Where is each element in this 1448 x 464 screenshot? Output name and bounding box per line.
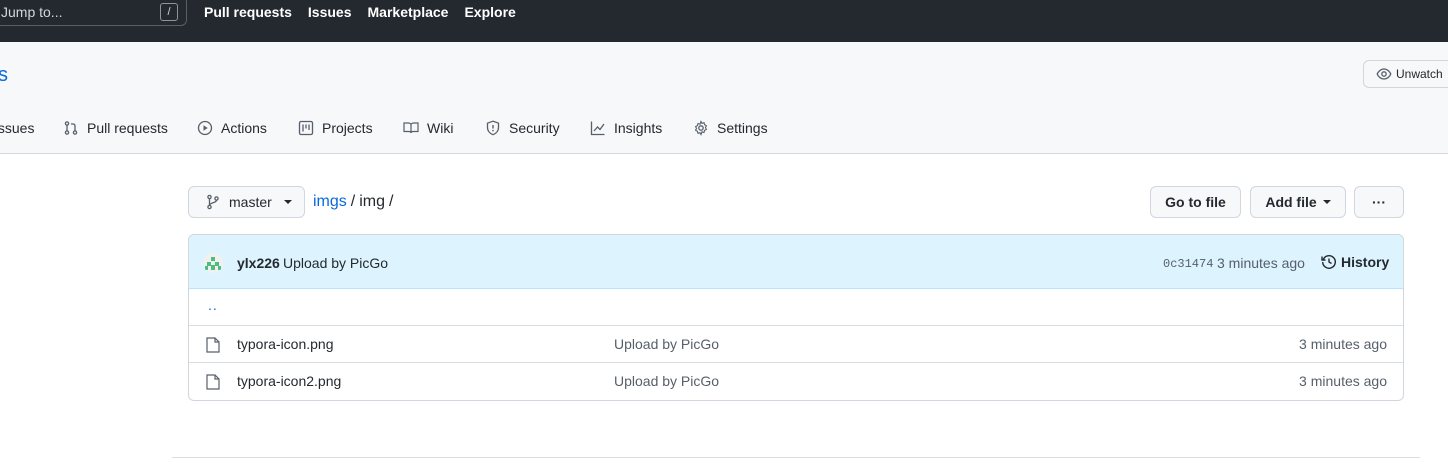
search-input[interactable]: Jump to... / <box>0 0 187 26</box>
unwatch-button[interactable]: Unwatch <box>1363 60 1448 88</box>
tab-label: Settings <box>717 120 768 136</box>
chevron-down-icon <box>283 200 292 204</box>
kebab-horizontal-icon: ··· <box>1372 194 1386 210</box>
nav-pull-requests[interactable]: Pull requests <box>204 4 292 21</box>
tab-label: Actions <box>221 120 267 136</box>
book-icon <box>403 122 419 134</box>
commit-time: 3 minutes ago <box>1217 255 1305 271</box>
gear-icon <box>694 120 708 136</box>
breadcrumb: imgs / img / <box>313 193 397 211</box>
table-row[interactable]: typora-icon.png Upload by PicGo 3 minute… <box>189 325 1403 362</box>
global-nav: Pull requests Issues Marketplace Explore <box>204 4 516 21</box>
commit-author[interactable]: ylx226 <box>237 255 280 271</box>
file-icon <box>206 337 220 353</box>
chevron-down-icon <box>1322 200 1331 204</box>
project-icon <box>298 120 314 136</box>
pull-request-icon <box>64 121 78 135</box>
add-file-label: Add file <box>1265 194 1317 210</box>
more-options-button[interactable]: ··· <box>1354 186 1404 218</box>
breadcrumb-current: img <box>359 193 386 210</box>
tab-issues[interactable]: Issues <box>0 120 34 136</box>
tab-label: Projects <box>322 120 373 136</box>
file-commit-time: 3 minutes ago <box>1299 336 1387 352</box>
nav-issues[interactable]: Issues <box>308 4 352 21</box>
go-to-file-button[interactable]: Go to file <box>1150 186 1241 218</box>
tab-actions[interactable]: Actions <box>197 120 267 136</box>
history-label: History <box>1341 254 1390 270</box>
global-header: Jump to... / Pull requests Issues Market… <box>0 0 1448 42</box>
eye-icon <box>1376 68 1392 80</box>
add-file-button[interactable]: Add file <box>1250 186 1346 218</box>
avatar[interactable] <box>203 253 223 273</box>
branch-selector[interactable]: master <box>188 186 305 218</box>
tab-wiki[interactable]: Wiki <box>403 120 453 136</box>
search-shortcut-key: / <box>160 3 178 21</box>
shield-icon <box>486 120 500 136</box>
file-commit-message[interactable]: Upload by PicGo <box>614 336 719 352</box>
file-name-link[interactable]: typora-icon.png <box>237 336 334 352</box>
nav-marketplace[interactable]: Marketplace <box>368 4 449 21</box>
file-list: ylx226 Upload by PicGo 0c31474 3 minutes… <box>188 234 1404 401</box>
tab-pull-requests[interactable]: Pull requests <box>63 120 168 136</box>
file-commit-message[interactable]: Upload by PicGo <box>614 373 719 389</box>
branch-icon <box>207 194 219 210</box>
list-item-parent-dir[interactable]: .. <box>189 289 1403 325</box>
tab-label: Wiki <box>427 120 454 136</box>
file-name-link[interactable]: typora-icon2.png <box>237 373 341 389</box>
go-to-file-label: Go to file <box>1165 194 1226 210</box>
nav-explore[interactable]: Explore <box>464 4 515 21</box>
divider <box>172 457 1420 458</box>
tab-security[interactable]: Security <box>485 120 560 136</box>
commit-message[interactable]: Upload by PicGo <box>283 255 388 271</box>
branch-name: master <box>229 194 272 210</box>
history-icon <box>1321 255 1336 269</box>
breadcrumb-root-link[interactable]: imgs <box>313 193 347 210</box>
tab-insights[interactable]: Insights <box>590 120 662 136</box>
file-commit-time: 3 minutes ago <box>1299 373 1387 389</box>
repo-name-link[interactable]: s <box>0 64 8 87</box>
repo-header: s Unwatch Issues Pull requests Actions P… <box>0 42 1448 154</box>
history-link[interactable]: History <box>1321 254 1389 270</box>
commit-sha[interactable]: 0c31474 <box>1163 257 1213 271</box>
play-icon <box>197 120 213 136</box>
file-icon <box>206 374 220 390</box>
search-placeholder: Jump to... <box>1 4 63 20</box>
tab-label: Insights <box>614 120 663 136</box>
breadcrumb-separator: / <box>389 193 394 210</box>
tab-projects[interactable]: Projects <box>298 120 373 136</box>
tab-label: Security <box>509 120 560 136</box>
tab-label: Issues <box>0 120 35 136</box>
tab-label: Pull requests <box>87 120 168 136</box>
unwatch-label: Unwatch <box>1396 67 1443 81</box>
breadcrumb-separator: / <box>350 193 356 210</box>
tab-settings[interactable]: Settings <box>693 120 768 136</box>
identicon-icon <box>205 257 221 270</box>
latest-commit-bar: ylx226 Upload by PicGo 0c31474 3 minutes… <box>189 235 1403 289</box>
parent-dir-link[interactable]: .. <box>208 297 218 313</box>
table-row[interactable]: typora-icon2.png Upload by PicGo 3 minut… <box>189 362 1403 399</box>
graph-icon <box>590 121 605 136</box>
